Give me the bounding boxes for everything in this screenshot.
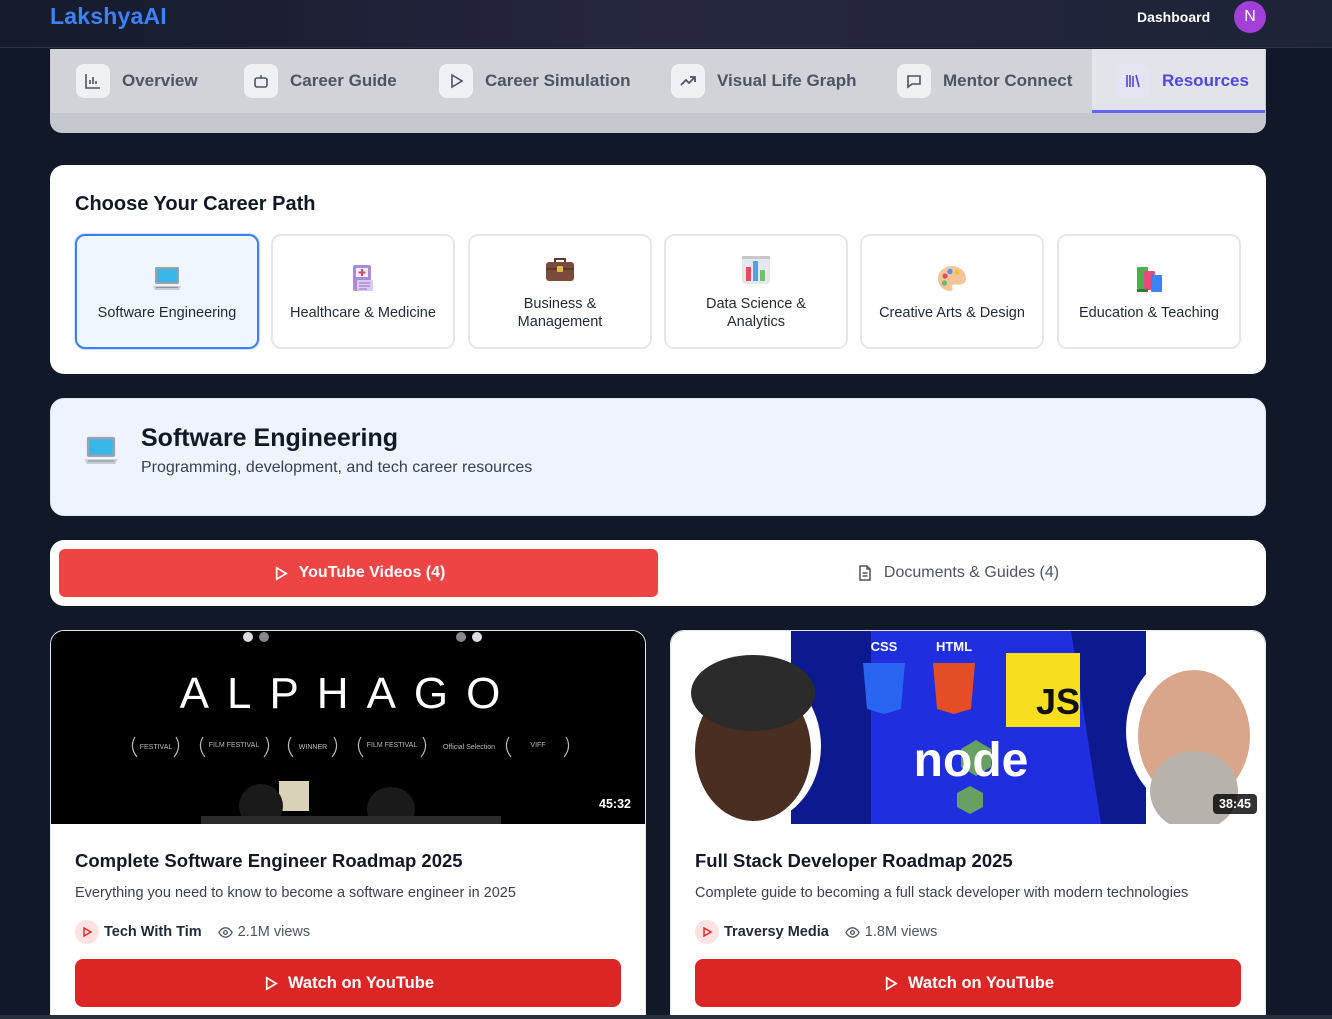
alphago-thumbnail-art: FESTIVAL FILM FESTIVAL WINNER FILM FESTI…: [51, 631, 645, 824]
fullstack-thumbnail-art: [671, 631, 1265, 824]
channel-name: Traversy Media: [724, 924, 829, 940]
video-meta: Traversy Media 1.8M views: [695, 920, 937, 944]
node-label: node: [913, 734, 1029, 787]
tab-career-guide[interactable]: Career Guide: [244, 49, 397, 113]
career-tile-label: Healthcare & Medicine: [290, 304, 436, 321]
laptop-icon: [84, 436, 118, 464]
career-tile-label: Software Engineering: [97, 304, 237, 321]
tab-resources[interactable]: Resources: [1092, 49, 1265, 113]
video-thumbnail[interactable]: CSS HTML JS node 38:45: [671, 631, 1265, 824]
resource-type-tabs: YouTube Videos (4) Documents & Guides (4…: [50, 540, 1266, 606]
video-duration: 45:32: [593, 794, 637, 814]
tab-youtube-label: YouTube Videos (4): [298, 564, 446, 581]
tab-label: Career Guide: [290, 71, 397, 90]
video-thumbnail[interactable]: FESTIVAL FILM FESTIVAL WINNER FILM FESTI…: [51, 631, 645, 824]
thumbnail-title: ALPHAGO: [179, 669, 519, 718]
channel-name: Tech With Tim: [104, 924, 202, 940]
career-tile-software-engineering[interactable]: Software Engineering: [75, 234, 259, 349]
play-icon: [439, 64, 473, 98]
tab-label: Overview: [122, 71, 198, 90]
view-count-text: 2.1M views: [237, 924, 311, 940]
watch-button-label: Watch on YouTube: [907, 973, 1055, 992]
bar-chart-emoji-icon: [742, 255, 770, 284]
tab-label: Resources: [1162, 71, 1249, 90]
view-count: 1.8M views: [845, 924, 938, 940]
main-tabs: Overview Career Guide Career Simulation …: [51, 49, 1265, 113]
svg-text:WINNER: WINNER: [299, 744, 327, 751]
top-navbar: LakshyaAI Dashboard N: [0, 0, 1332, 48]
bot-icon: [244, 64, 278, 98]
svg-text:FILM FESTIVAL: FILM FESTIVAL: [209, 742, 260, 749]
play-icon: [265, 975, 278, 991]
tab-visual-life-graph[interactable]: Visual Life Graph: [671, 49, 857, 113]
career-tile-creative-arts[interactable]: Creative Arts & Design: [860, 234, 1044, 349]
js-label: JS: [1035, 681, 1080, 722]
career-tile-label: Business & Management: [517, 295, 603, 330]
video-meta: Tech With Tim 2.1M views: [75, 920, 310, 944]
play-icon: [885, 975, 898, 991]
selected-path-title: Software Engineering: [141, 424, 398, 452]
svg-text:FESTIVAL: FESTIVAL: [140, 744, 173, 751]
briefcase-icon: [546, 257, 574, 281]
career-tile-education[interactable]: Education & Teaching: [1057, 234, 1241, 349]
video-title: Full Stack Developer Roadmap 2025: [695, 850, 1013, 871]
video-description: Everything you need to know to become a …: [75, 885, 516, 901]
tab-label: Mentor Connect: [943, 71, 1073, 90]
eye-icon: [845, 926, 860, 938]
laptop-icon: [153, 266, 181, 290]
career-tile-label: Education & Teaching: [1078, 304, 1219, 321]
library-icon: [1116, 64, 1150, 98]
tab-documents-guides[interactable]: Documents & Guides (4): [658, 549, 1257, 597]
tab-label: Career Simulation: [485, 71, 631, 90]
tab-label: Visual Life Graph: [717, 71, 857, 90]
books-icon: [1137, 266, 1162, 292]
video-card: CSS HTML JS node 38:45 Full Stack Develo…: [670, 630, 1266, 1019]
selected-path-banner: Software Engineering Programming, develo…: [50, 398, 1266, 516]
tab-overview[interactable]: Overview: [76, 49, 198, 113]
career-path-title: Choose Your Career Path: [75, 193, 316, 215]
html-label: HTML: [935, 639, 973, 654]
palette-icon: [938, 265, 966, 291]
app-logo[interactable]: LakshyaAI: [50, 3, 167, 30]
selected-path-subtitle: Programming, development, and tech caree…: [141, 459, 533, 476]
watch-on-youtube-button[interactable]: Watch on YouTube: [695, 959, 1241, 1007]
video-title: Complete Software Engineer Roadmap 2025: [75, 850, 463, 871]
video-duration: 38:45: [1213, 794, 1257, 814]
bottom-divider: [0, 1015, 1332, 1019]
tab-career-simulation[interactable]: Career Simulation: [439, 49, 631, 113]
svg-text:Official Selection: Official Selection: [443, 744, 495, 751]
tabs-footer: [51, 113, 1265, 132]
play-icon: [275, 565, 288, 581]
career-tile-business[interactable]: Business & Management: [468, 234, 652, 349]
dashboard-link[interactable]: Dashboard: [1137, 9, 1210, 25]
career-tile-healthcare[interactable]: Healthcare & Medicine: [271, 234, 455, 349]
career-tile-label: Data Science & Analytics: [706, 295, 806, 330]
eye-icon: [217, 926, 233, 938]
channel-play-icon: [75, 920, 99, 944]
view-count-text: 1.8M views: [864, 924, 938, 940]
video-card: FESTIVAL FILM FESTIVAL WINNER FILM FESTI…: [50, 630, 646, 1019]
watch-on-youtube-button[interactable]: Watch on YouTube: [75, 959, 621, 1007]
main-tabs-panel: Overview Career Guide Career Simulation …: [50, 49, 1266, 133]
svg-text:FILM FESTIVAL: FILM FESTIVAL: [367, 742, 418, 749]
view-count: 2.1M views: [217, 924, 311, 940]
tab-mentor-connect[interactable]: Mentor Connect: [897, 49, 1072, 113]
career-tile-data-science[interactable]: Data Science & Analytics: [664, 234, 848, 349]
bar-chart-icon: [76, 64, 110, 98]
channel-play-icon: [695, 920, 719, 944]
medical-chart-icon: [353, 264, 373, 291]
video-description: Complete guide to becoming a full stack …: [695, 885, 1189, 901]
watch-button-label: Watch on YouTube: [287, 973, 435, 992]
trending-up-icon: [671, 64, 705, 98]
document-icon: [859, 565, 871, 581]
user-avatar[interactable]: N: [1234, 1, 1266, 33]
career-path-card: Choose Your Career Path Software Enginee…: [50, 165, 1266, 374]
message-square-icon: [897, 64, 931, 98]
career-tile-label: Creative Arts & Design: [879, 304, 1025, 321]
css-label: CSS: [870, 639, 898, 654]
tab-docs-label: Documents & Guides (4): [883, 564, 1060, 581]
tab-youtube-videos[interactable]: YouTube Videos (4): [59, 549, 658, 597]
svg-text:VIFF: VIFF: [530, 742, 545, 749]
